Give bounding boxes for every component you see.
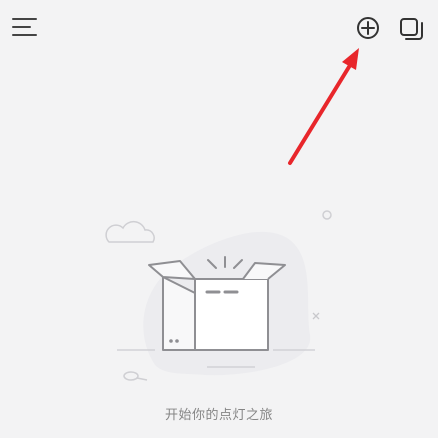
empty-state-message: 开始你的点灯之旅	[164, 408, 273, 423]
app-screen: 开始你的点灯之旅	[0, 0, 438, 438]
copy-icon[interactable]	[396, 13, 428, 45]
menu-icon[interactable]	[10, 14, 40, 40]
add-circle-icon[interactable]	[352, 13, 384, 45]
open-box-illustration	[105, 210, 332, 381]
